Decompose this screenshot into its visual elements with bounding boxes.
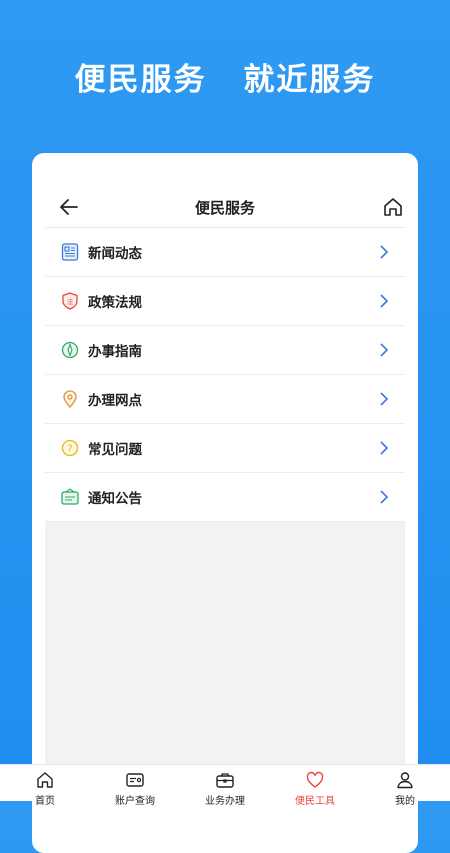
chevron-right-icon [380, 294, 389, 308]
law-shield-icon: 法 [62, 292, 78, 310]
chevron-right-icon [380, 245, 389, 259]
tab-home[interactable]: 首页 [0, 765, 90, 807]
chevron-right-icon [380, 441, 389, 455]
nav-bar: 便民服务 [45, 187, 405, 228]
tab-account[interactable]: 账户查询 [90, 765, 180, 807]
list-item-outlets[interactable]: 办理网点 [45, 375, 405, 424]
service-list: 新闻动态 法 政策法规 办事指南 办理网点 ? 常见问题 通知公告 [45, 228, 405, 522]
bottom-tab-bar: 首页 账户查询 业务办理 便民工具 我的 [0, 764, 450, 807]
compass-icon [61, 341, 79, 359]
tab-business[interactable]: 业务办理 [180, 765, 270, 807]
list-item-policy[interactable]: 法 政策法规 [45, 277, 405, 326]
hero-banner: 便民服务 就近服务 [0, 54, 450, 99]
list-item-news[interactable]: 新闻动态 [45, 228, 405, 277]
page-title: 便民服务 [194, 199, 255, 217]
home-icon [37, 772, 53, 788]
location-pin-icon [63, 390, 77, 408]
content-card: 便民服务 新闻动态 法 政策法规 办事指南 办理网点 ? 常见问题 通知公告 [32, 153, 418, 853]
list-item-label: 办事指南 [88, 344, 142, 360]
svg-text:?: ? [67, 444, 72, 455]
list-item-guide[interactable]: 办事指南 [45, 326, 405, 375]
hero-title-left: 便民服务 [74, 62, 207, 98]
chevron-right-icon [380, 490, 389, 504]
list-item-faq[interactable]: ? 常见问题 [45, 424, 405, 473]
list-item-label: 政策法规 [88, 295, 142, 311]
list-item-label: 新闻动态 [88, 246, 142, 262]
card-icon [126, 773, 144, 787]
question-icon: ? [61, 439, 79, 457]
home-icon[interactable] [381, 195, 405, 219]
news-icon [61, 243, 79, 261]
tab-tools[interactable]: 便民工具 [270, 765, 360, 807]
list-item-label: 通知公告 [88, 491, 142, 507]
chevron-right-icon [380, 392, 389, 406]
heart-icon [306, 771, 324, 788]
list-item-label: 常见问题 [88, 442, 142, 458]
svg-text:法: 法 [67, 297, 74, 306]
chevron-right-icon [380, 343, 389, 357]
list-item-label: 办理网点 [88, 393, 142, 409]
tab-mine[interactable]: 我的 [360, 765, 450, 807]
content-placeholder [45, 522, 405, 767]
hero-title-right: 就近服务 [243, 62, 376, 98]
briefcase-icon [216, 773, 234, 788]
list-item-notice[interactable]: 通知公告 [45, 473, 405, 522]
user-icon [397, 772, 413, 789]
notice-icon [61, 488, 79, 505]
